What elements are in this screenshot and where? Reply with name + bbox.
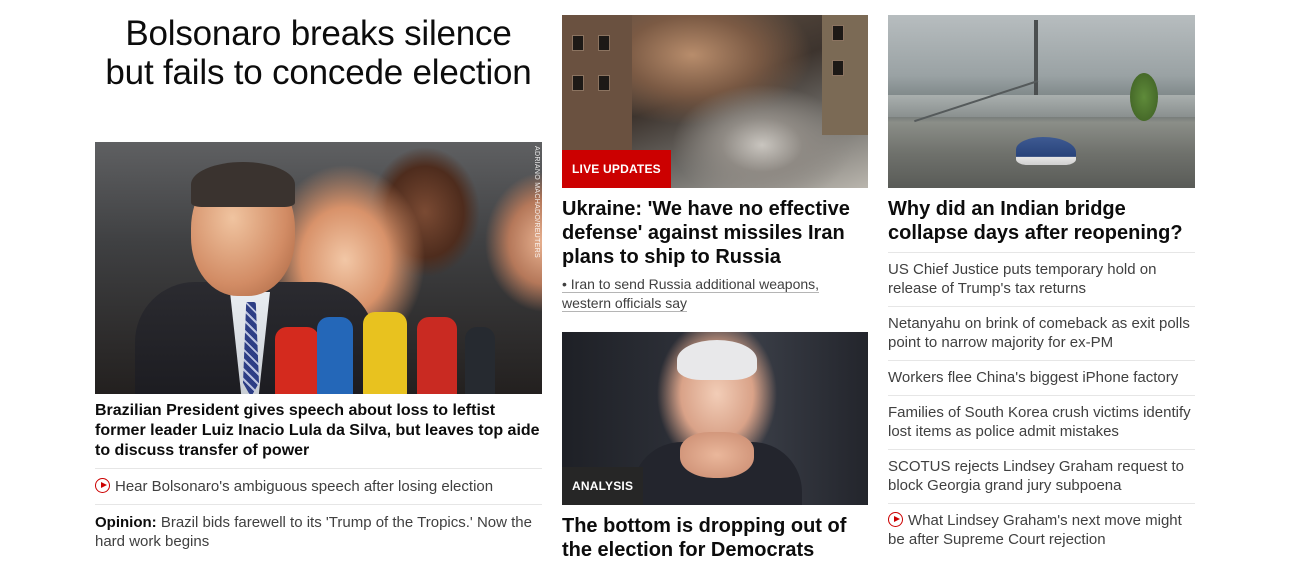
list-item[interactable]: Workers flee China's biggest iPhone fact…	[888, 360, 1195, 395]
list-item[interactable]: Hear Bolsonaro's ambiguous speech after …	[95, 468, 542, 504]
list-item-text[interactable]: Netanyahu on brink of comeback as exit p…	[888, 315, 1190, 351]
analysis-badge[interactable]: ANALYSIS	[562, 467, 644, 505]
list-item-text[interactable]: Families of South Korea crush victims id…	[888, 404, 1191, 440]
microphone-red-2	[417, 317, 457, 394]
image-window	[598, 75, 610, 91]
list-item-text[interactable]: Workers flee China's biggest iPhone fact…	[888, 369, 1178, 386]
ukraine-related-link-text[interactable]: • Iran to send Russia additional weapons…	[562, 276, 820, 312]
story-card-ukraine: LIVE UPDATES Ukraine: 'We have no effect…	[562, 15, 868, 313]
analysis-story-image[interactable]: ANALYSIS	[562, 332, 868, 505]
image-plant	[1130, 73, 1158, 121]
list-item-text[interactable]: SCOTUS rejects Lindsey Graham request to…	[888, 458, 1184, 494]
bridge-story-image[interactable]	[888, 15, 1195, 188]
ukraine-headline[interactable]: Ukraine: 'We have no effective defense' …	[562, 197, 868, 269]
microphone-blue	[317, 317, 353, 394]
image-credit: ADRIANO MACHADO/REUTERS	[533, 146, 540, 258]
list-item[interactable]: Netanyahu on brink of comeback as exit p…	[888, 306, 1195, 360]
lead-related-list: Hear Bolsonaro's ambiguous speech after …	[95, 468, 542, 559]
related-link-text[interactable]: Hear Bolsonaro's ambiguous speech after …	[115, 478, 493, 495]
lead-story-image[interactable]: ADRIANO MACHADO/REUTERS	[95, 142, 542, 394]
microphone-dark	[465, 327, 495, 394]
list-item[interactable]: SCOTUS rejects Lindsey Graham request to…	[888, 449, 1195, 503]
opinion-label: Opinion:	[95, 514, 157, 531]
image-window	[572, 75, 584, 91]
image-bridge-tower	[1034, 20, 1038, 95]
related-link-text[interactable]: Brazil bids farewell to its 'Trump of th…	[95, 514, 532, 550]
microphone-yellow	[363, 312, 407, 394]
ukraine-story-image[interactable]: LIVE UPDATES	[562, 15, 868, 188]
play-icon	[95, 478, 110, 493]
center-column: LIVE UPDATES Ukraine: 'We have no effect…	[562, 15, 868, 561]
bridge-headline[interactable]: Why did an Indian bridge collapse days a…	[888, 197, 1195, 245]
play-icon	[888, 512, 903, 527]
lead-headline[interactable]: Bolsonaro breaks silence but fails to co…	[95, 14, 542, 92]
image-window	[832, 25, 844, 41]
image-window	[832, 60, 844, 76]
image-figure-hair	[677, 340, 757, 380]
microphone-red	[275, 327, 319, 394]
list-item[interactable]: US Chief Justice puts temporary hold on …	[888, 252, 1195, 306]
image-window	[598, 35, 610, 51]
live-updates-badge[interactable]: LIVE UPDATES	[562, 150, 671, 188]
list-item-text[interactable]: What Lindsey Graham's next move might be…	[888, 512, 1182, 548]
list-item-text[interactable]: US Chief Justice puts temporary hold on …	[888, 261, 1156, 297]
list-item[interactable]: Families of South Korea crush victims id…	[888, 395, 1195, 449]
ukraine-related-link[interactable]: • Iran to send Russia additional weapons…	[562, 275, 868, 313]
image-figure-hair	[191, 162, 295, 207]
right-column: Why did an Indian bridge collapse days a…	[888, 15, 1195, 557]
lead-summary[interactable]: Brazilian President gives speech about l…	[95, 401, 542, 461]
story-card-analysis: ANALYSIS The bottom is dropping out of t…	[562, 332, 868, 562]
image-shoe	[1016, 137, 1076, 165]
list-item[interactable]: Opinion: Brazil bids farewell to its 'Tr…	[95, 504, 542, 559]
image-building	[822, 15, 868, 135]
analysis-headline[interactable]: The bottom is dropping out of the electi…	[562, 514, 868, 562]
lead-story: Bolsonaro breaks silence but fails to co…	[95, 14, 542, 550]
image-figure-hands	[680, 432, 754, 478]
list-item[interactable]: What Lindsey Graham's next move might be…	[888, 503, 1195, 557]
headline-list: US Chief Justice puts temporary hold on …	[888, 252, 1195, 557]
image-window	[572, 35, 584, 51]
